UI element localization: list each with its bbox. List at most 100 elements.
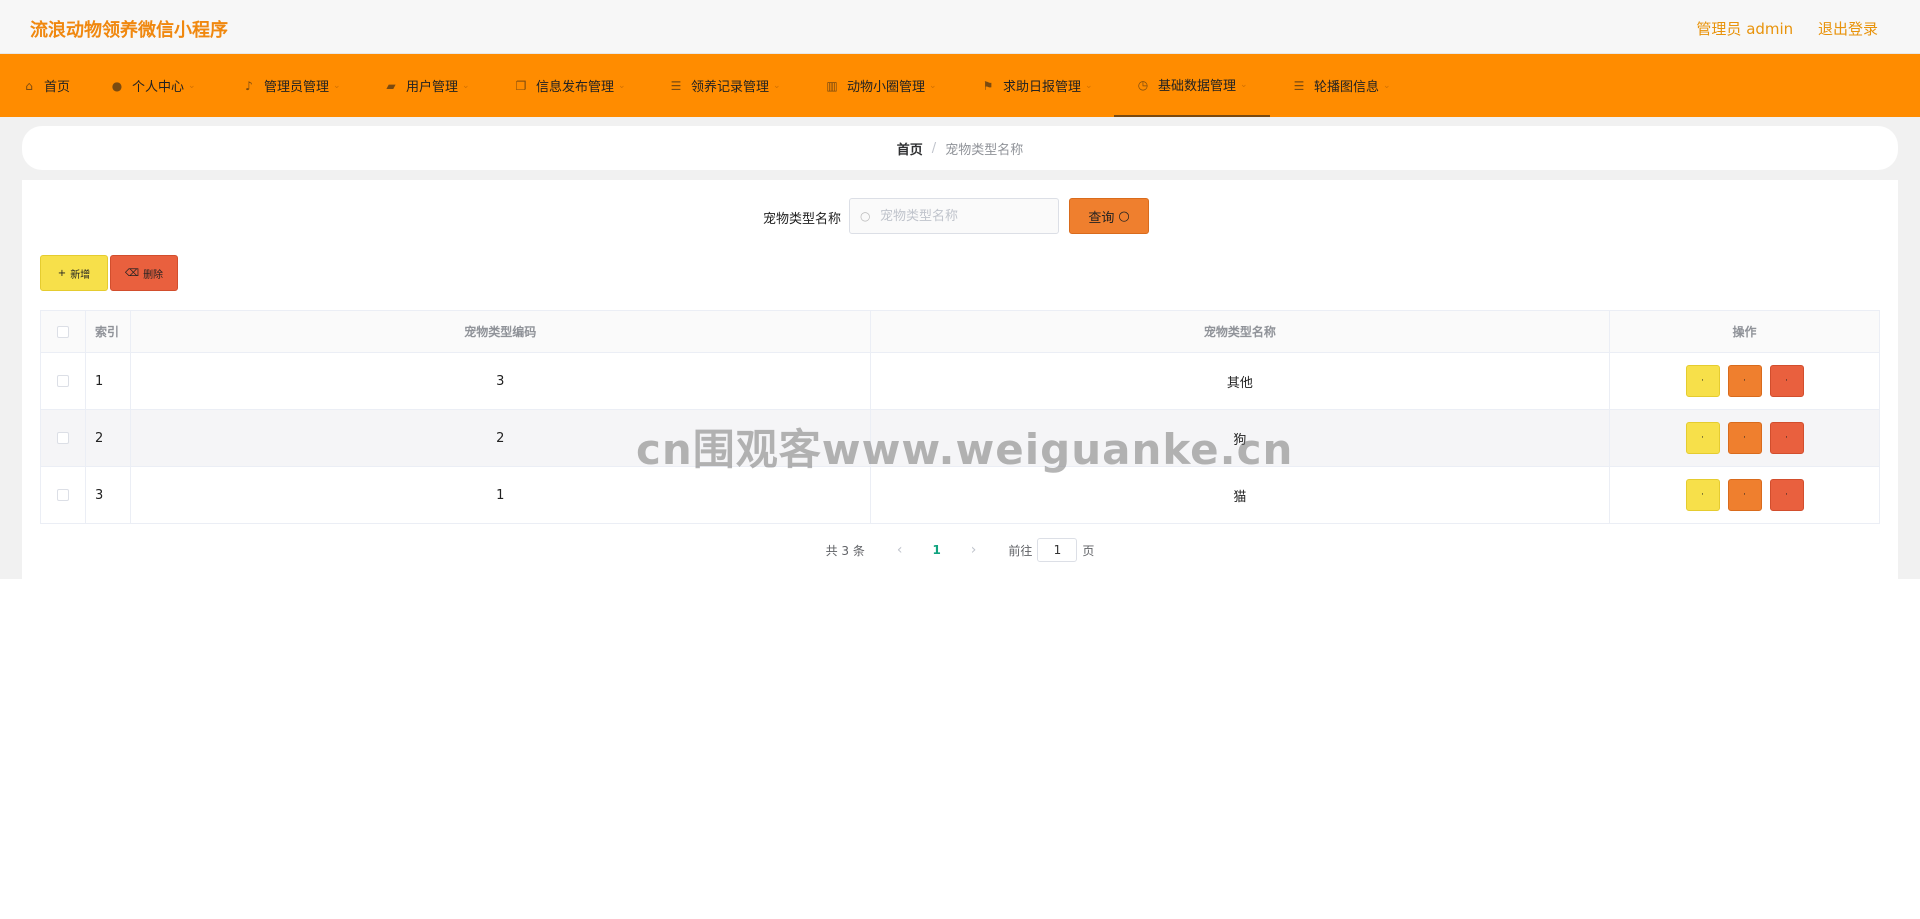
edit-button[interactable]: · — [1727, 479, 1762, 511]
breadcrumb: 首页 / 宠物类型名称 — [22, 126, 1898, 170]
cell-index: 2 — [84, 409, 131, 467]
nav-label: 个人中心 — [132, 80, 185, 95]
search-icon: ○ — [860, 209, 871, 223]
search-label: 宠物类型名称 — [763, 212, 842, 227]
nav-item-user-management[interactable]: ▰ 用户管理 ⌄ — [384, 54, 470, 117]
table-header-row: 索引 宠物类型编码 宠物类型名称 操作 — [40, 310, 1880, 353]
row-checkbox[interactable] — [56, 432, 69, 444]
row-select-cell — [40, 466, 86, 524]
chevron-left-icon[interactable]: ‹ — [897, 542, 903, 558]
chevron-down-icon: ⌄ — [462, 80, 470, 91]
admin-label[interactable]: 管理员 admin — [1696, 20, 1793, 38]
delete-button[interactable]: ⌫ 删除 — [110, 255, 178, 291]
main-panel: 宠物类型名称 ○ 查询 ○ + 新增 ⌫ 删除 — [22, 180, 1898, 579]
nav-item-base-data[interactable]: ◷ 基础数据管理 ⌄ — [1114, 54, 1270, 117]
copy-icon: ❐ — [515, 78, 527, 93]
row-delete-button[interactable]: · — [1769, 422, 1804, 454]
nav-label: 动物小圈管理 — [847, 80, 926, 95]
chevron-right-icon[interactable]: › — [971, 542, 977, 558]
search-input[interactable] — [880, 199, 1050, 233]
column-header-name: 宠物类型名称 — [869, 310, 1611, 353]
nav-label: 领养记录管理 — [691, 80, 770, 95]
edit-button[interactable]: · — [1727, 422, 1762, 454]
row-checkbox[interactable] — [56, 489, 69, 501]
nav-item-help-daily[interactable]: ⚑ 求助日报管理 ⌄ — [981, 54, 1093, 117]
column-header-index: 索引 — [84, 310, 131, 353]
add-button[interactable]: + 新增 — [40, 255, 108, 291]
trash-icon: ⌫ — [124, 267, 140, 279]
list-icon: ☰ — [670, 78, 682, 93]
app-title: 流浪动物领养微信小程序 — [30, 20, 228, 41]
chevron-down-icon: ⌄ — [773, 80, 781, 91]
nav-label: 首页 — [44, 80, 71, 95]
row-select-cell — [40, 352, 86, 410]
chevron-down-icon: ⌄ — [1383, 80, 1391, 91]
cell-actions: · · · — [1609, 466, 1880, 524]
row-select-cell — [40, 409, 86, 467]
column-header-code: 宠物类型编码 — [129, 310, 871, 353]
nav-item-adoption-records[interactable]: ☰ 领养记录管理 ⌄ — [669, 54, 781, 117]
view-button[interactable]: · — [1685, 479, 1720, 511]
goto-suffix: 页 — [1082, 543, 1095, 558]
cell-name: 其他 — [869, 352, 1611, 410]
cell-index: 3 — [84, 466, 131, 524]
column-header-actions: 操作 — [1609, 310, 1880, 353]
delete-button-label: 删除 — [143, 269, 164, 281]
search-field[interactable]: ○ — [849, 198, 1059, 234]
flag-icon: ⚑ — [982, 78, 994, 93]
edit-button[interactable]: · — [1727, 365, 1762, 397]
breadcrumb-current: 宠物类型名称 — [945, 142, 1024, 158]
breadcrumb-home[interactable]: 首页 — [897, 139, 923, 158]
row-delete-button[interactable]: · — [1769, 365, 1804, 397]
home-icon: ⌂ — [25, 78, 33, 93]
breadcrumb-separator: / — [931, 140, 937, 156]
chevron-down-icon: ⌄ — [618, 80, 626, 91]
trash-icon: ▥ — [826, 78, 838, 93]
main-nav: ⌂ 首页 ● 个人中心 ⌄ ♪ 管理员管理 ⌄ ▰ 用户管理 ⌄ ❐ 信息发布管… — [0, 54, 1920, 117]
search-icon: ○ — [1118, 208, 1130, 224]
nav-label: 基础数据管理 — [1158, 79, 1237, 94]
nav-label: 求助日报管理 — [1003, 80, 1082, 95]
select-all-checkbox[interactable] — [56, 326, 69, 338]
cell-index: 1 — [84, 352, 131, 410]
chevron-down-icon: ⌄ — [333, 80, 341, 91]
nav-item-home[interactable]: ⌂ 首页 — [22, 54, 70, 117]
user-icon: ● — [111, 78, 123, 93]
row-checkbox[interactable] — [56, 375, 69, 387]
top-bar: 流浪动物领养微信小程序 管理员 admin 退出登录 — [0, 0, 1920, 54]
query-button-label: 查询 — [1088, 210, 1115, 226]
table-row: 1 3 其他 · · · — [40, 352, 1880, 410]
goto-prefix: 前往 — [1008, 543, 1033, 558]
nav-item-carousel[interactable]: ☰ 轮播图信息 ⌄ — [1292, 54, 1391, 117]
row-delete-button[interactable]: · — [1769, 479, 1804, 511]
nav-item-admin-management[interactable]: ♪ 管理员管理 ⌄ — [242, 54, 341, 117]
plus-icon: + — [57, 267, 67, 279]
cell-code: 3 — [129, 352, 871, 410]
view-button[interactable]: · — [1685, 365, 1720, 397]
goto-page-input[interactable] — [1037, 538, 1078, 562]
nav-item-info-publish[interactable]: ❐ 信息发布管理 ⌄ — [514, 54, 626, 117]
chat-icon: ▰ — [386, 78, 396, 93]
cell-actions: · · · — [1609, 352, 1880, 410]
pagination: 共 3 条 ‹ 1 › 前往 页 — [22, 538, 1898, 562]
pagination-total: 共 3 条 — [825, 543, 865, 558]
nav-item-animal-circle[interactable]: ▥ 动物小圈管理 ⌄ — [825, 54, 936, 117]
nav-item-personal-center[interactable]: ● 个人中心 ⌄ — [110, 54, 196, 117]
select-all-cell — [40, 310, 86, 353]
chevron-down-icon: ⌄ — [1240, 79, 1248, 90]
list-icon: ☰ — [1293, 78, 1305, 93]
clock-icon: ◷ — [1137, 77, 1149, 92]
nav-label: 信息发布管理 — [536, 80, 615, 95]
chevron-down-icon: ⌄ — [188, 80, 196, 91]
query-button[interactable]: 查询 ○ — [1069, 198, 1149, 234]
watermark: cn围观客www.weiguanke.cn — [636, 425, 1294, 474]
page-background — [0, 579, 1920, 919]
top-right-links: 管理员 admin 退出登录 — [1676, 18, 1878, 39]
nav-label: 管理员管理 — [264, 80, 330, 95]
page-number[interactable]: 1 — [932, 543, 940, 557]
nav-label: 用户管理 — [406, 80, 459, 95]
view-button[interactable]: · — [1685, 422, 1720, 454]
nav-label: 轮播图信息 — [1314, 80, 1380, 95]
logout-link[interactable]: 退出登录 — [1818, 20, 1878, 38]
search-row: 宠物类型名称 ○ 查询 ○ — [22, 198, 1898, 234]
